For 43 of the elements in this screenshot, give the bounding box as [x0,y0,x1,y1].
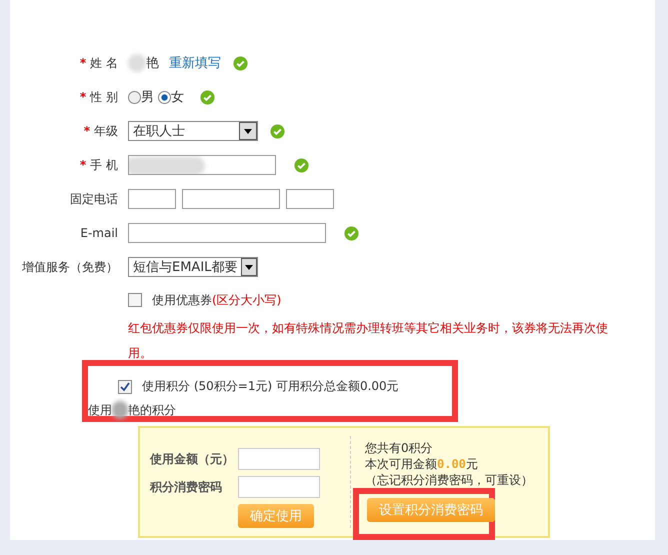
caret-icon [239,122,257,140]
field-label: 手 机 [90,156,118,174]
points-total: 您共有0积分 [365,440,434,456]
field-label: E-mail [80,226,118,240]
field-label: 增值服务（免费） [22,258,118,276]
input-field[interactable] [128,189,176,209]
select-dropdown[interactable]: 短信与EMAIL都要 [128,257,258,277]
field-label: 使用金额（元） [150,450,235,468]
radio-label: 女 [171,89,184,106]
caret-icon [241,258,257,276]
blurred-patch [128,54,146,72]
input-field[interactable] [238,476,320,498]
field-label: 年级 [94,122,118,140]
check-icon [120,382,130,392]
warning-text: 红包优惠券仅限使用一次，如有特殊情况需办理转班等其它相关业务时，该券将无法再次使用。 [127,320,609,362]
refill-link[interactable]: 重新填写 [169,54,221,72]
hint-text: （忘记积分消费密码，可重设） [365,472,533,488]
required-asterisk: * [80,158,86,172]
checkbox[interactable] [118,380,132,394]
input-field[interactable] [286,189,334,209]
coupon-label: 使用优惠券(区分大小写) [152,292,282,308]
required-asterisk: * [80,56,86,70]
radio-label: 男 [141,89,154,106]
points-label: 使用积分 (50积分=1元) 可用积分总金额0.00元 [142,378,399,395]
points-owner-suffix: 艳的积分 [128,402,176,418]
available-amount: 本次可用金额0.00元 [365,456,479,472]
input-field[interactable] [238,448,320,470]
input-field[interactable] [128,223,326,243]
input-field[interactable] [128,155,276,175]
field-label: 性 别 [90,88,118,106]
input-field[interactable] [182,189,280,209]
field-label: 固定电话 [70,190,118,208]
required-asterisk: * [80,90,86,104]
field-label: 积分消费密码 [150,478,223,496]
field-label: 姓 名 [90,54,118,72]
blurred-patch [112,401,128,419]
required-asterisk: * [84,124,90,138]
radio-button[interactable] [128,90,141,104]
checkbox[interactable] [128,293,142,307]
select-dropdown[interactable]: 在职人士 [128,121,258,141]
name-value: 艳 [146,55,159,72]
radio-button[interactable] [158,90,171,104]
points-owner-prefix: 使用 [88,402,112,418]
